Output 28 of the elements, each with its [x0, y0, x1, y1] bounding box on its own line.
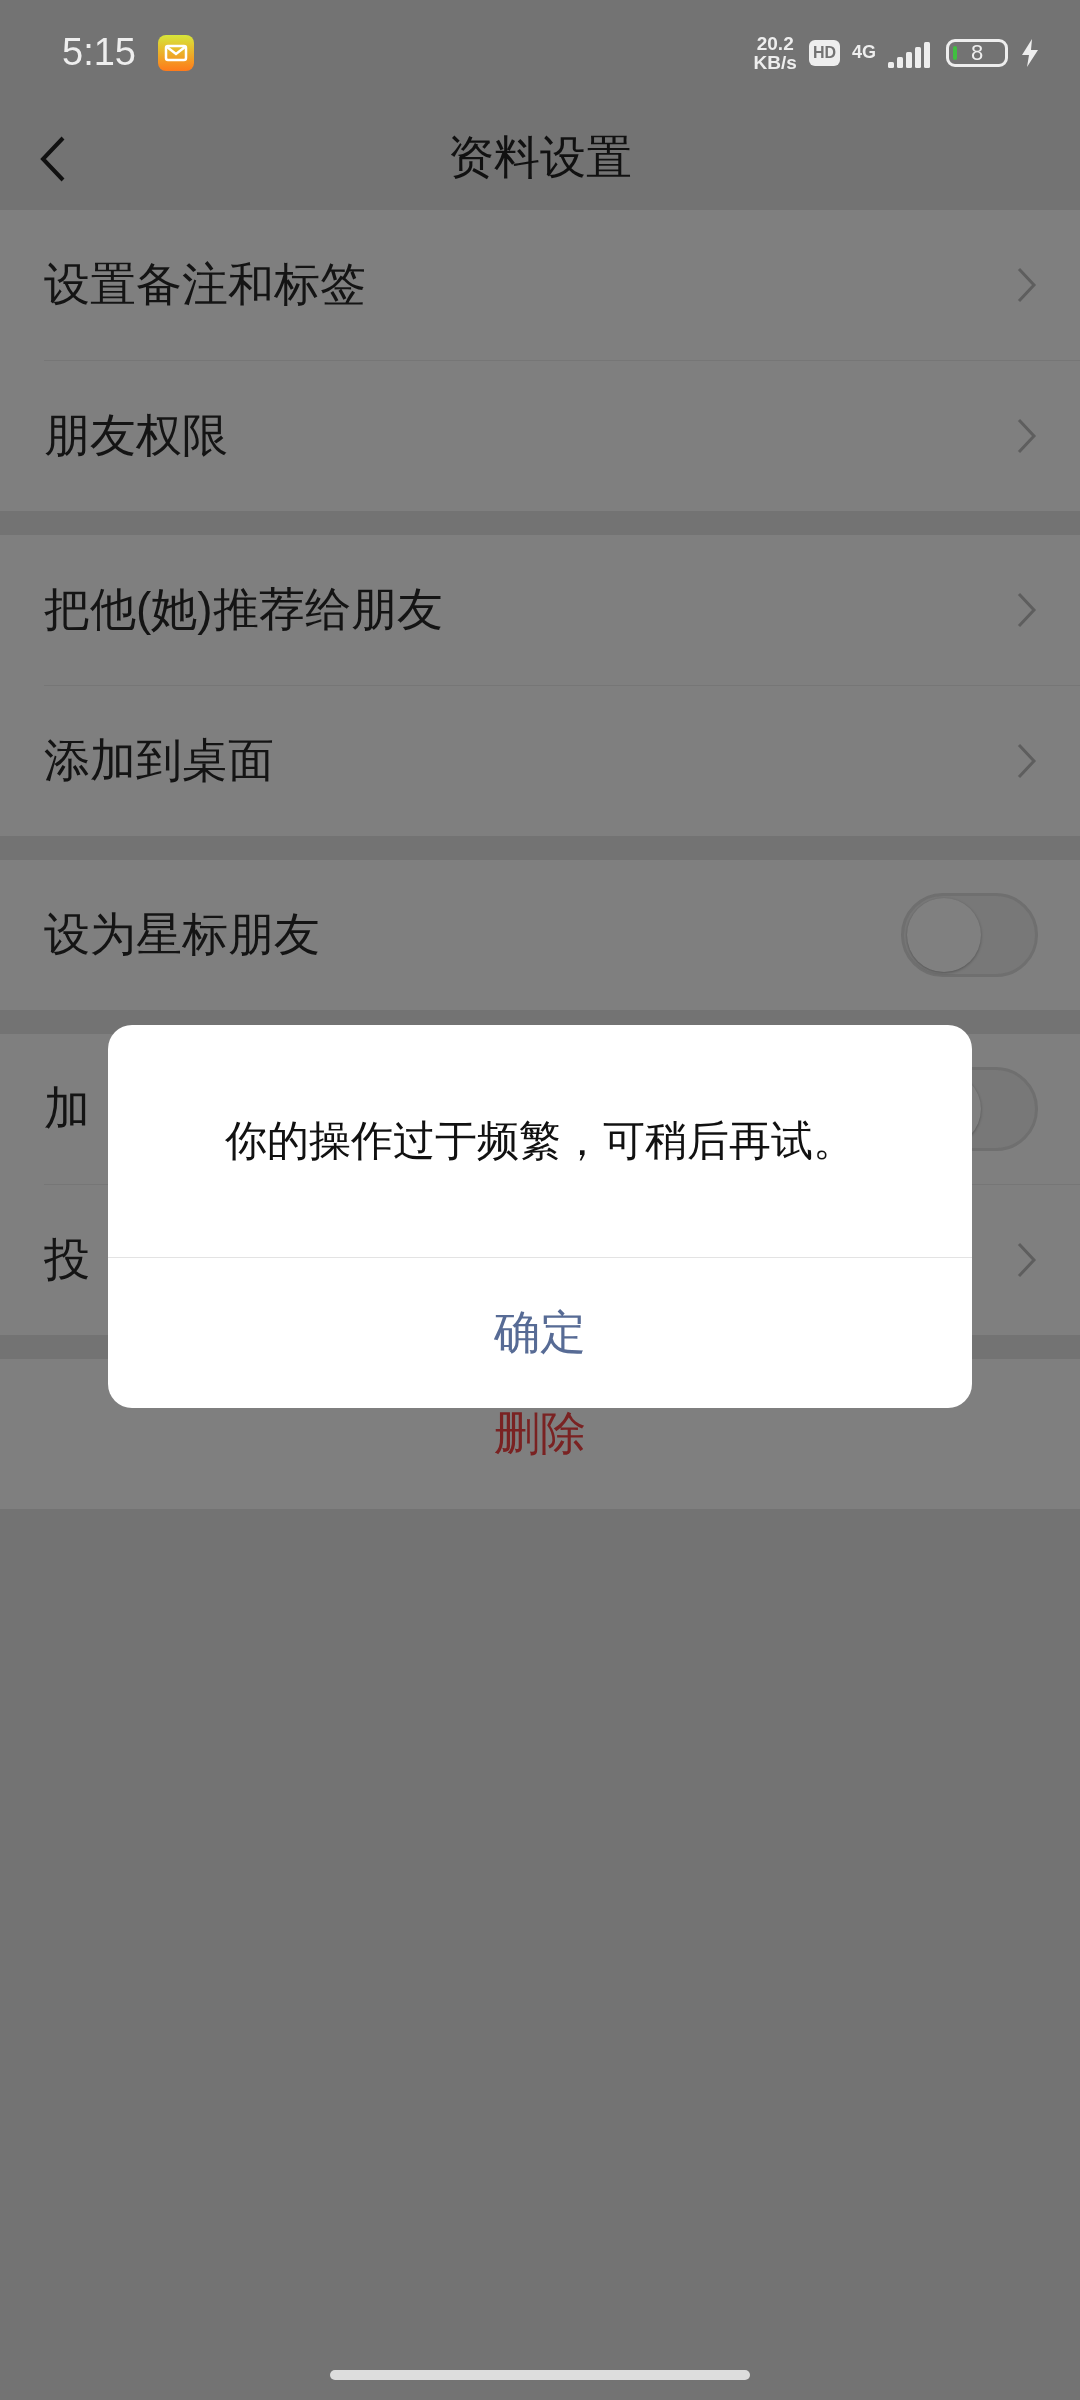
- row-label: 添加到桌面: [44, 733, 274, 788]
- mail-app-icon: [157, 34, 194, 71]
- page-title: 资料设置: [448, 129, 632, 185]
- network-speed-unit: KB/s: [753, 52, 797, 72]
- hd-badge: HD: [808, 39, 840, 66]
- network-type: 4G: [852, 42, 876, 63]
- chevron-right-icon: [1016, 591, 1038, 629]
- home-indicator[interactable]: [330, 2370, 750, 2380]
- row-label: 把他(她)推荐给朋友: [44, 582, 443, 637]
- row-label: 朋友权限: [44, 408, 228, 463]
- status-time: 5:15: [62, 31, 136, 74]
- battery-level: 8: [970, 41, 984, 64]
- settings-row[interactable]: 把他(她)推荐给朋友: [44, 535, 1080, 685]
- charging-icon: [1020, 37, 1040, 68]
- settings-row[interactable]: 添加到桌面: [44, 685, 1080, 836]
- settings-row[interactable]: 设为星标朋友: [44, 860, 1080, 1010]
- row-label: 加: [44, 1081, 90, 1136]
- row-label: 设置备注和标签: [44, 257, 366, 312]
- network-speed: 20.2: [756, 33, 794, 53]
- row-label: 投: [44, 1232, 90, 1287]
- dialog-message: 你的操作过于频繁，可稍后再试。: [108, 1025, 972, 1258]
- chevron-right-icon: [1016, 266, 1038, 304]
- chevron-right-icon: [1016, 1241, 1038, 1279]
- chevron-right-icon: [1016, 417, 1038, 455]
- settings-row[interactable]: 设置备注和标签: [44, 210, 1080, 360]
- settings-row[interactable]: 朋友权限: [44, 360, 1080, 511]
- chevron-right-icon: [1016, 742, 1038, 780]
- row-label: 设为星标朋友: [44, 907, 320, 962]
